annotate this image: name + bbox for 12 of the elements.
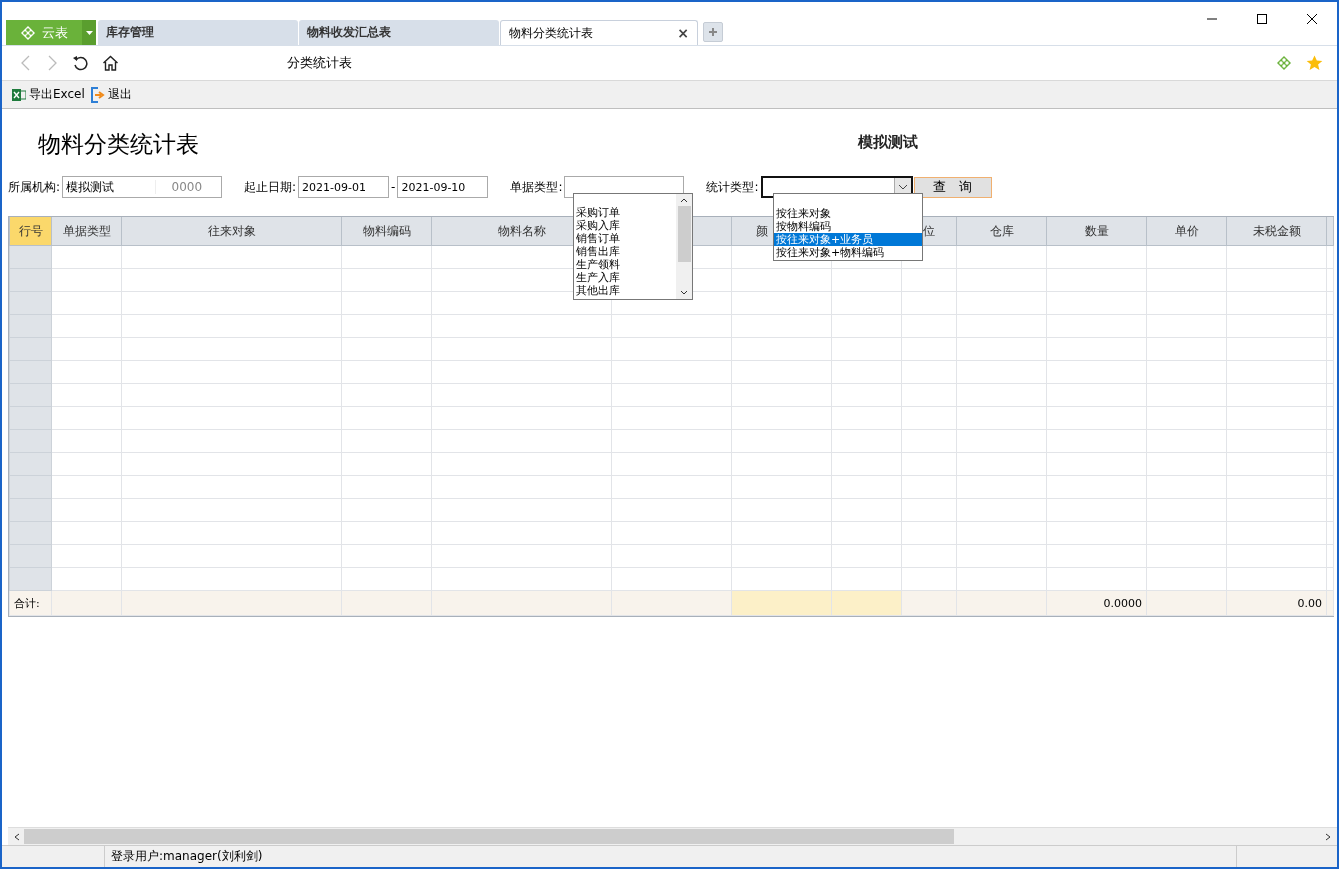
date-range-label: 起止日期: [244,178,297,196]
organization-title: 模拟测试 [858,132,918,152]
statistic-type-label: 统计类型: [706,178,759,196]
total-label: 合计: [14,596,40,610]
total-value: 0.0000 [1103,596,1142,610]
date-separator: - [391,180,396,194]
logged-in-user: 登录用户:manager(刘利剑) [110,848,264,865]
report-title: 物料分类统计表 [38,129,200,159]
document-type-label: 单据类型: [510,178,563,196]
total-value: 0.00 [1297,596,1322,610]
organization-label: 所属机构: [8,178,61,196]
brand-name: 云表 [42,23,68,42]
